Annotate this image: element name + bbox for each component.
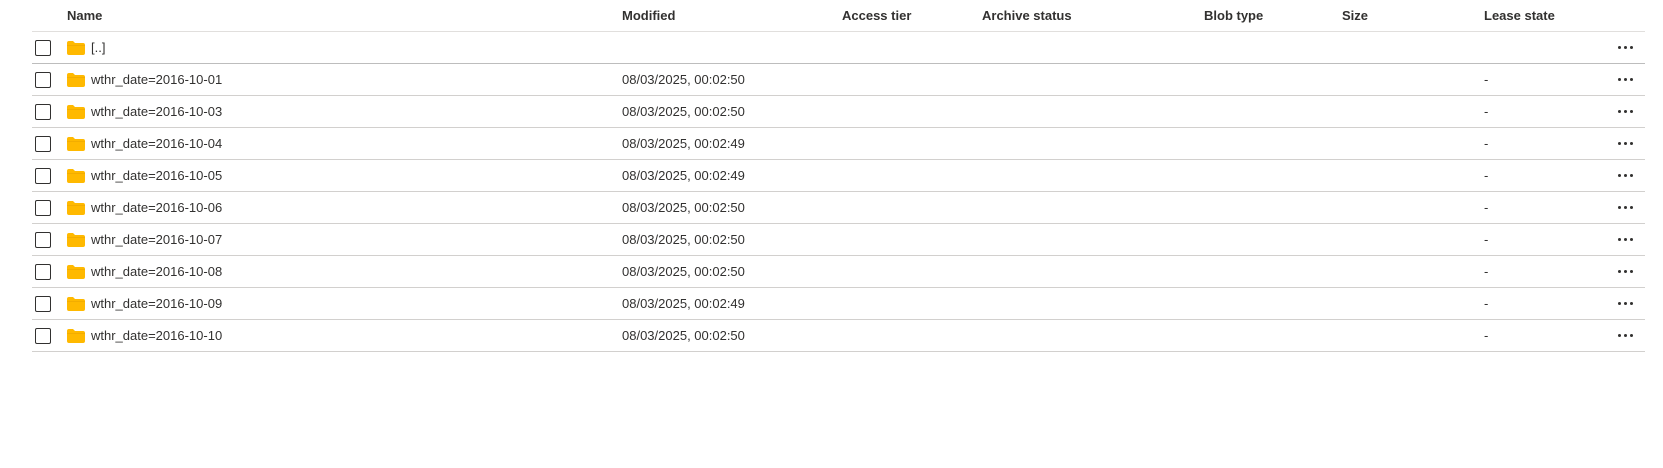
- row-checkbox[interactable]: [35, 135, 51, 152]
- lease-state-cell: -: [1484, 104, 1489, 119]
- lease-state-cell: -: [1484, 264, 1489, 279]
- modified-cell: 08/03/2025, 00:02:50: [622, 264, 745, 279]
- folder-icon: [67, 264, 85, 279]
- lease-state-cell: -: [1484, 200, 1489, 215]
- table-row[interactable]: wthr_date=2016-10-03 08/03/2025, 00:02:5…: [32, 96, 1645, 128]
- column-header-lease-state[interactable]: Lease state: [1484, 0, 1555, 31]
- row-checkbox[interactable]: [35, 263, 51, 280]
- lease-state-cell: -: [1484, 136, 1489, 151]
- folder-name-link[interactable]: wthr_date=2016-10-10: [91, 328, 222, 343]
- parent-directory-row[interactable]: [..]: [32, 32, 1645, 64]
- table-row[interactable]: wthr_date=2016-10-08 08/03/2025, 00:02:5…: [32, 256, 1645, 288]
- folder-name-link[interactable]: wthr_date=2016-10-04: [91, 136, 222, 151]
- folder-icon: [67, 72, 85, 87]
- row-checkbox[interactable]: [35, 199, 51, 216]
- modified-cell: 08/03/2025, 00:02:49: [622, 136, 745, 151]
- modified-cell: 08/03/2025, 00:02:49: [622, 296, 745, 311]
- more-options-icon[interactable]: [1617, 174, 1633, 177]
- row-checkbox[interactable]: [35, 231, 51, 248]
- row-checkbox[interactable]: [35, 103, 51, 120]
- more-options-icon[interactable]: [1617, 142, 1633, 145]
- row-checkbox[interactable]: [35, 327, 51, 344]
- folder-icon: [67, 104, 85, 119]
- modified-cell: 08/03/2025, 00:02:50: [622, 200, 745, 215]
- row-checkbox[interactable]: [35, 39, 51, 56]
- folder-name-link[interactable]: wthr_date=2016-10-07: [91, 232, 222, 247]
- folder-rows: wthr_date=2016-10-01 08/03/2025, 00:02:5…: [32, 64, 1645, 352]
- column-header-modified[interactable]: Modified: [622, 0, 675, 31]
- more-options-icon[interactable]: [1617, 78, 1633, 81]
- folder-icon: [67, 40, 85, 55]
- more-options-icon[interactable]: [1617, 238, 1633, 241]
- blob-list-grid: Name Modified Access tier Archive status…: [32, 0, 1645, 352]
- folder-name-link[interactable]: wthr_date=2016-10-08: [91, 264, 222, 279]
- row-checkbox[interactable]: [35, 71, 51, 88]
- column-header-size[interactable]: Size: [1342, 0, 1368, 31]
- column-header-blob-type[interactable]: Blob type: [1204, 0, 1263, 31]
- table-row[interactable]: wthr_date=2016-10-06 08/03/2025, 00:02:5…: [32, 192, 1645, 224]
- folder-icon: [67, 168, 85, 183]
- table-row[interactable]: wthr_date=2016-10-05 08/03/2025, 00:02:4…: [32, 160, 1645, 192]
- more-options-icon[interactable]: [1617, 302, 1633, 305]
- folder-icon: [67, 328, 85, 343]
- folder-name-link[interactable]: wthr_date=2016-10-01: [91, 72, 222, 87]
- modified-cell: 08/03/2025, 00:02:50: [622, 328, 745, 343]
- lease-state-cell: -: [1484, 168, 1489, 183]
- folder-name-link[interactable]: wthr_date=2016-10-09: [91, 296, 222, 311]
- modified-cell: 08/03/2025, 00:02:50: [622, 72, 745, 87]
- modified-cell: 08/03/2025, 00:02:50: [622, 232, 745, 247]
- folder-icon: [67, 296, 85, 311]
- column-header-archive-status[interactable]: Archive status: [982, 0, 1072, 31]
- folder-icon: [67, 136, 85, 151]
- row-checkbox[interactable]: [35, 295, 51, 312]
- table-row[interactable]: wthr_date=2016-10-10 08/03/2025, 00:02:5…: [32, 320, 1645, 352]
- folder-name-link[interactable]: wthr_date=2016-10-06: [91, 200, 222, 215]
- lease-state-cell: -: [1484, 232, 1489, 247]
- lease-state-cell: -: [1484, 328, 1489, 343]
- modified-cell: 08/03/2025, 00:02:49: [622, 168, 745, 183]
- table-row[interactable]: wthr_date=2016-10-07 08/03/2025, 00:02:5…: [32, 224, 1645, 256]
- lease-state-cell: -: [1484, 296, 1489, 311]
- more-options-icon[interactable]: [1617, 270, 1633, 273]
- table-row[interactable]: wthr_date=2016-10-09 08/03/2025, 00:02:4…: [32, 288, 1645, 320]
- folder-icon: [67, 200, 85, 215]
- more-options-icon[interactable]: [1617, 206, 1633, 209]
- column-header-access-tier[interactable]: Access tier: [842, 0, 911, 31]
- table-row[interactable]: wthr_date=2016-10-01 08/03/2025, 00:02:5…: [32, 64, 1645, 96]
- more-options-icon[interactable]: [1617, 334, 1633, 337]
- parent-directory-link[interactable]: [..]: [91, 40, 105, 55]
- column-header-name[interactable]: Name: [67, 0, 102, 31]
- column-header-row: Name Modified Access tier Archive status…: [32, 0, 1645, 32]
- more-options-icon[interactable]: [1617, 46, 1633, 49]
- row-checkbox[interactable]: [35, 167, 51, 184]
- folder-name-link[interactable]: wthr_date=2016-10-05: [91, 168, 222, 183]
- more-options-icon[interactable]: [1617, 110, 1633, 113]
- lease-state-cell: -: [1484, 72, 1489, 87]
- table-row[interactable]: wthr_date=2016-10-04 08/03/2025, 00:02:4…: [32, 128, 1645, 160]
- folder-icon: [67, 232, 85, 247]
- folder-name-link[interactable]: wthr_date=2016-10-03: [91, 104, 222, 119]
- modified-cell: 08/03/2025, 00:02:50: [622, 104, 745, 119]
